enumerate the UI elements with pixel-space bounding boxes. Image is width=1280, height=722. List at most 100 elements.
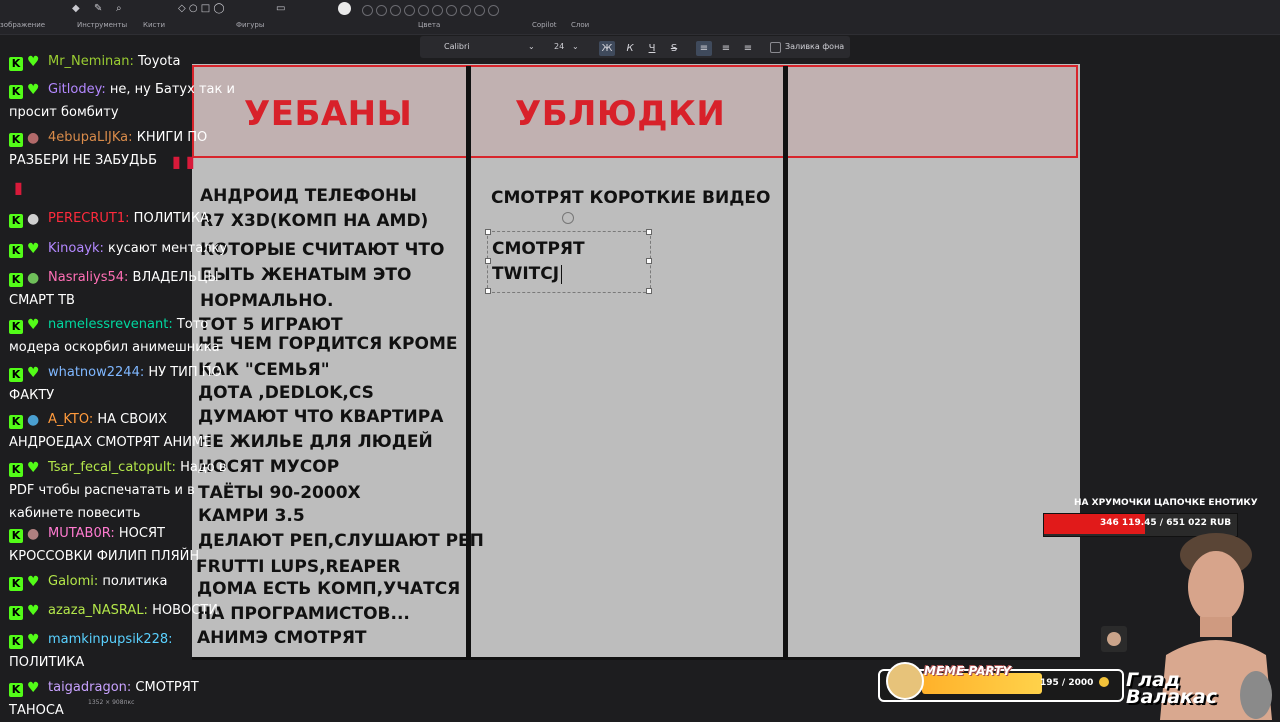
chat-message: K ● MUTAB0R: НОСЯТ КРОССОВКИ ФИЛИП ПЛЯЙН	[9, 522, 249, 568]
kick-badge-icon: K	[9, 57, 23, 71]
eraser-icon[interactable]: ◆	[72, 3, 80, 14]
color-swatch[interactable]	[446, 5, 457, 16]
color-swatch[interactable]	[418, 5, 429, 16]
primary-color-swatch[interactable]	[338, 2, 351, 15]
resize-handle[interactable]	[485, 258, 491, 264]
chat-nick[interactable]: taigadragon:	[48, 680, 131, 695]
toolbar-section-copilot[interactable]: Copilot	[532, 21, 557, 29]
font-size-select[interactable]: 24	[554, 42, 564, 51]
color-swatch[interactable]	[460, 5, 471, 16]
color-swatch[interactable]	[390, 5, 401, 16]
chat-message: K ♥ Kinoayk: кусают менталку	[9, 237, 249, 260]
column-divider	[466, 66, 471, 660]
toolbar-section-brushes[interactable]: Кисти	[143, 21, 165, 29]
chat-nick[interactable]: A_KTO:	[48, 412, 93, 427]
kick-badge-icon: K	[9, 85, 23, 99]
italic-button[interactable]: К	[622, 41, 638, 56]
shapes-icon[interactable]: ◇ ○ □ ◯	[178, 3, 225, 14]
strikethrough-button[interactable]: S	[666, 41, 682, 56]
text-cursor	[561, 265, 562, 284]
chat-message: K ♥ Tsar_fecal_catopult: Надо в PDF чтобы …	[9, 456, 249, 525]
align-right-icon[interactable]: ≡	[740, 41, 756, 56]
chat-nick[interactable]: namelessrevenant:	[48, 317, 173, 332]
font-family-select[interactable]: Calibri	[444, 42, 470, 51]
siren-emote-icon: ▮	[14, 178, 23, 197]
chat-nick[interactable]: azaza_NASRAL:	[48, 603, 148, 618]
heart-badge-icon: ♥	[27, 460, 40, 476]
kick-badge-icon: K	[9, 529, 23, 543]
toolbar-section-shapes[interactable]: Фигуры	[236, 21, 264, 29]
chat-message: K ♥ Gitlodey: не, ну Батух так и просит бо…	[9, 78, 249, 124]
color-swatch[interactable]	[488, 5, 499, 16]
kick-badge-icon: K	[9, 244, 23, 258]
bold-button[interactable]: Ж	[599, 41, 615, 56]
chat-message: K ♥ azaza_NASRAL: НОВОСТИ	[9, 599, 249, 622]
kick-badge-icon: K	[9, 368, 23, 382]
resize-handle[interactable]	[485, 288, 491, 294]
color-swatch[interactable]	[404, 5, 415, 16]
chevron-down-icon[interactable]: ⌄	[572, 42, 579, 51]
avatar: ●	[27, 211, 40, 227]
chevron-down-icon[interactable]: ⌄	[528, 42, 535, 51]
chat-nick[interactable]: Kinoayk:	[48, 241, 104, 256]
chat-message: K ♥ whatnow2244: НУ ТИП ПО ФАКТУ	[9, 361, 249, 407]
chat-nick[interactable]: whatnow2244:	[48, 365, 144, 380]
heart-badge-icon: ♥	[27, 680, 40, 696]
resize-handle[interactable]	[646, 288, 652, 294]
chat-nick[interactable]: 4ebupaLIJKa:	[48, 130, 133, 145]
rotate-handle-icon[interactable]	[562, 212, 574, 224]
canvas-bottom-border	[192, 657, 1080, 660]
chat-nick[interactable]: MUTAB0R:	[48, 526, 115, 541]
edit-text-line[interactable]: TWITCJ	[492, 264, 559, 284]
pencil-icon[interactable]: ✎	[94, 3, 102, 14]
heart-badge-icon: ♥	[27, 54, 40, 70]
fill-background-checkbox[interactable]	[770, 42, 781, 53]
resize-handle[interactable]	[485, 229, 491, 235]
color-swatch[interactable]	[432, 5, 443, 16]
chat-message: K ♥ Mr_Neminan: Toyota	[9, 50, 249, 73]
edit-text-line[interactable]: СМОТРЯТ	[492, 239, 585, 259]
resize-handle[interactable]	[646, 258, 652, 264]
color-swatch[interactable]	[376, 5, 387, 16]
avatar: ●	[27, 526, 40, 542]
chat-text: НОВОСТИ	[152, 603, 218, 618]
column-2-line: СМОТРЯТ КОРОТКИЕ ВИДЕО	[491, 188, 771, 208]
toolbar-section-tools[interactable]: Инструменты	[77, 21, 127, 29]
kick-badge-icon: K	[9, 415, 23, 429]
align-left-icon[interactable]: ≡	[696, 41, 712, 56]
heart-badge-icon: ♥	[27, 82, 40, 98]
chat-nick[interactable]: Gitlodey:	[48, 82, 106, 97]
underline-button[interactable]: Ч	[644, 41, 660, 56]
chat-nick[interactable]: mamkinpupsik228:	[48, 632, 173, 647]
chat-text: политика	[102, 574, 168, 589]
meme-party-count: 195 / 2000	[1040, 678, 1094, 688]
outline-icon[interactable]: ▭	[276, 3, 285, 14]
column-header-1: УЕБАНЫ	[244, 94, 413, 134]
avatar	[1101, 626, 1127, 652]
kick-badge-icon: K	[9, 577, 23, 591]
kick-badge-icon: K	[9, 606, 23, 620]
color-swatch[interactable]	[474, 5, 485, 16]
heart-badge-icon: ♥	[27, 574, 40, 590]
align-center-icon[interactable]: ≡	[718, 41, 734, 56]
coin-icon	[1099, 677, 1109, 687]
chat-nick[interactable]: Mr_Neminan:	[48, 54, 134, 69]
zoom-icon[interactable]: ⌕	[116, 3, 122, 14]
heart-badge-icon: ♥	[27, 317, 40, 333]
kick-badge-icon: K	[9, 635, 23, 649]
donation-goal-title: НА ХРУМОЧКИ ЦАПОЧКЕ ЕНОТИКУ	[1074, 498, 1258, 508]
kick-badge-icon: K	[9, 214, 23, 228]
kick-badge-icon: K	[9, 133, 23, 147]
kick-badge-icon: K	[9, 463, 23, 477]
chat-text: ПОЛИТИКА	[9, 655, 85, 670]
chat-nick[interactable]: PERECRUT1:	[48, 211, 130, 226]
chat-nick[interactable]: Tsar_fecal_catopult:	[48, 460, 176, 475]
toolbar-section-layers[interactable]: Слои	[571, 21, 589, 29]
chat-nick[interactable]: Galomi:	[48, 574, 98, 589]
toolbar-section-colors[interactable]: Цвета	[418, 21, 440, 29]
toolbar-section-image[interactable]: зображение	[0, 21, 45, 29]
color-swatch[interactable]	[362, 5, 373, 16]
resize-handle[interactable]	[646, 229, 652, 235]
chat-message: K ♥ mamkinpupsik228: ПОЛИТИКА	[9, 628, 249, 674]
chat-nick[interactable]: Nasraliys54:	[48, 270, 128, 285]
